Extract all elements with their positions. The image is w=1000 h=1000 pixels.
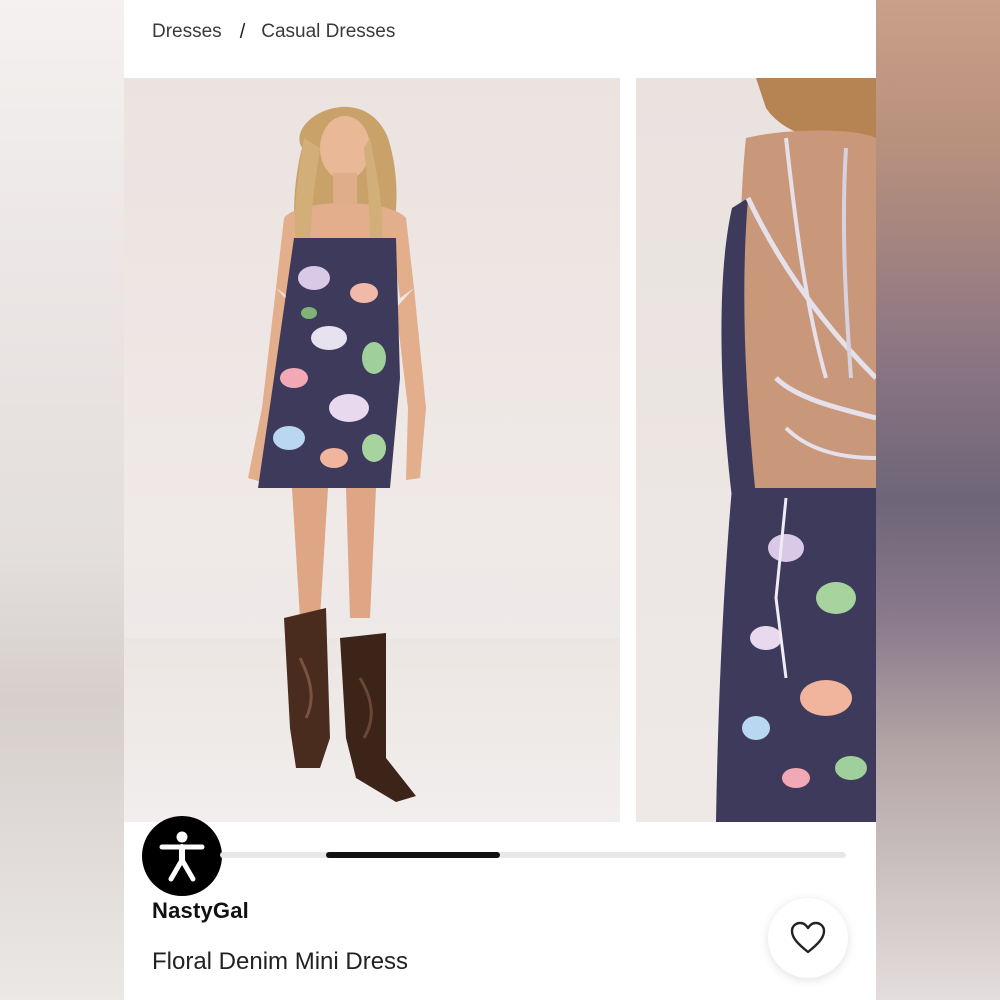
product-image-back[interactable]	[636, 78, 876, 822]
brand-name[interactable]: NastyGal	[152, 898, 249, 924]
breadcrumb: Dresses / Casual Dresses	[152, 20, 395, 44]
favorite-button[interactable]	[768, 898, 848, 978]
breadcrumb-separator: /	[239, 20, 246, 43]
product-card: Dresses / Casual Dresses NastyGal Floral…	[124, 0, 876, 1000]
blurred-left-margin	[0, 0, 124, 1000]
accessibility-button[interactable]	[142, 816, 222, 896]
product-title: Floral Denim Mini Dress	[152, 948, 409, 975]
model-front-illustration	[124, 106, 620, 822]
heart-icon	[790, 921, 826, 954]
model-back-illustration	[716, 78, 876, 822]
blurred-right-margin	[876, 0, 1000, 1000]
gallery-scrollbar-thumb[interactable]	[326, 852, 500, 858]
product-image-front[interactable]	[124, 78, 620, 822]
gallery-scrollbar[interactable]	[220, 852, 846, 858]
breadcrumb-casual-dresses[interactable]: Casual Dresses	[261, 21, 395, 43]
breadcrumb-dresses[interactable]: Dresses	[152, 21, 222, 43]
accessibility-icon	[159, 831, 205, 882]
